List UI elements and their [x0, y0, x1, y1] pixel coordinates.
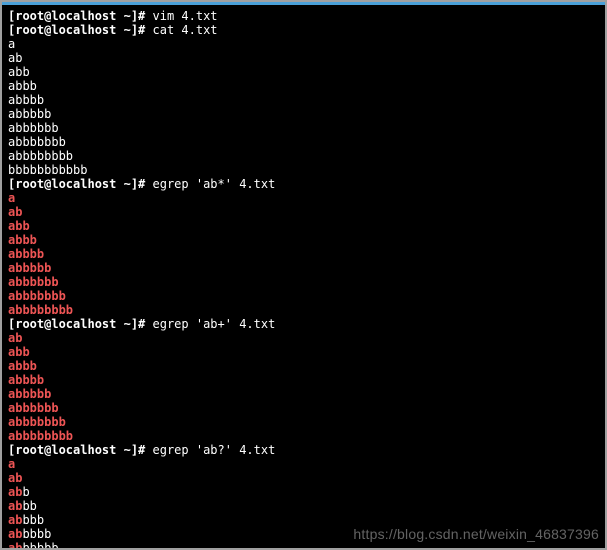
grep-output-line: abbb: [8, 499, 599, 513]
grep-output-line: abb: [8, 219, 599, 233]
grep-match: ab: [8, 471, 22, 485]
grep-output-line: abbbb: [8, 513, 599, 527]
grep-match: ab: [8, 541, 22, 548]
grep-output-line: abbb: [8, 233, 599, 247]
grep-match: ab: [8, 499, 22, 513]
grep-match: a: [8, 191, 15, 205]
grep-match: ab: [8, 513, 22, 527]
output-line: bbbbbbbbbbb: [8, 163, 599, 177]
grep-match: abbbbb: [8, 387, 51, 401]
command: vim 4.txt: [153, 9, 218, 23]
grep-output-line: abbb: [8, 359, 599, 373]
output-line: a: [8, 37, 599, 51]
grep-match: abbbbb: [8, 261, 51, 275]
prompt: [root@localhost ~]#: [8, 177, 153, 191]
grep-match: abbbb: [8, 373, 44, 387]
grep-output-line: ab: [8, 331, 599, 345]
grep-output-line: abbbbb: [8, 261, 599, 275]
output-line: ab: [8, 51, 599, 65]
prompt-line: [root@localhost ~]# egrep 'ab+' 4.txt: [8, 317, 599, 331]
grep-output-line: abbbbbbb: [8, 289, 599, 303]
grep-output-line: ab: [8, 205, 599, 219]
grep-rest: bb: [22, 499, 36, 513]
prompt: [root@localhost ~]#: [8, 9, 153, 23]
grep-match: abbbbbbbb: [8, 303, 73, 317]
grep-output-line: abb: [8, 345, 599, 359]
grep-output-line: abbbbbbbb: [8, 429, 599, 443]
output-line: abbbbbb: [8, 121, 599, 135]
grep-match: ab: [8, 205, 22, 219]
command: cat 4.txt: [153, 23, 218, 37]
prompt-line: [root@localhost ~]# cat 4.txt: [8, 23, 599, 37]
output-line: abbbb: [8, 93, 599, 107]
output-line: abbbbb: [8, 107, 599, 121]
grep-output-line: a: [8, 191, 599, 205]
output-line: abbbbbbb: [8, 135, 599, 149]
grep-match: ab: [8, 485, 22, 499]
grep-match: abbbbbb: [8, 275, 59, 289]
output-line: abbb: [8, 79, 599, 93]
grep-rest: b: [22, 485, 29, 499]
grep-output-line: abb: [8, 485, 599, 499]
prompt-line: [root@localhost ~]# vim 4.txt: [8, 9, 599, 23]
command: egrep 'ab+' 4.txt: [153, 317, 276, 331]
grep-output-line: ab: [8, 471, 599, 485]
grep-rest: bbb: [22, 513, 44, 527]
command: egrep 'ab?' 4.txt: [153, 443, 276, 457]
grep-match: abbbbbbbb: [8, 429, 73, 443]
terminal[interactable]: [root@localhost ~]# vim 4.txt[root@local…: [2, 5, 605, 548]
grep-match: ab: [8, 331, 22, 345]
output-line: abbbbbbbb: [8, 149, 599, 163]
grep-match: abbbbbbb: [8, 415, 66, 429]
grep-output-line: abbbbbb: [8, 275, 599, 289]
grep-output-line: abbbbb: [8, 387, 599, 401]
grep-output-line: abbbbbbbb: [8, 303, 599, 317]
grep-rest: bbbbb: [22, 541, 58, 548]
grep-output-line: abbbbbb: [8, 401, 599, 415]
prompt: [root@localhost ~]#: [8, 443, 153, 457]
grep-match: abbb: [8, 233, 37, 247]
command: egrep 'ab*' 4.txt: [153, 177, 276, 191]
grep-match: abbbbbbb: [8, 289, 66, 303]
grep-match: abbbb: [8, 247, 44, 261]
grep-match: abb: [8, 345, 30, 359]
prompt-line: [root@localhost ~]# egrep 'ab?' 4.txt: [8, 443, 599, 457]
grep-match: abb: [8, 219, 30, 233]
grep-output-line: abbbbbb: [8, 541, 599, 548]
grep-output-line: abbbb: [8, 373, 599, 387]
output-line: abb: [8, 65, 599, 79]
grep-match: abbb: [8, 359, 37, 373]
grep-rest: bbbb: [22, 527, 51, 541]
prompt: [root@localhost ~]#: [8, 23, 153, 37]
grep-output-line: a: [8, 457, 599, 471]
prompt: [root@localhost ~]#: [8, 317, 153, 331]
grep-match: abbbbbb: [8, 401, 59, 415]
grep-output-line: abbbbb: [8, 527, 599, 541]
grep-match: a: [8, 457, 15, 471]
window-frame: [root@localhost ~]# vim 4.txt[root@local…: [0, 0, 607, 550]
prompt-line: [root@localhost ~]# egrep 'ab*' 4.txt: [8, 177, 599, 191]
grep-match: ab: [8, 527, 22, 541]
grep-output-line: abbbb: [8, 247, 599, 261]
grep-output-line: abbbbbbb: [8, 415, 599, 429]
